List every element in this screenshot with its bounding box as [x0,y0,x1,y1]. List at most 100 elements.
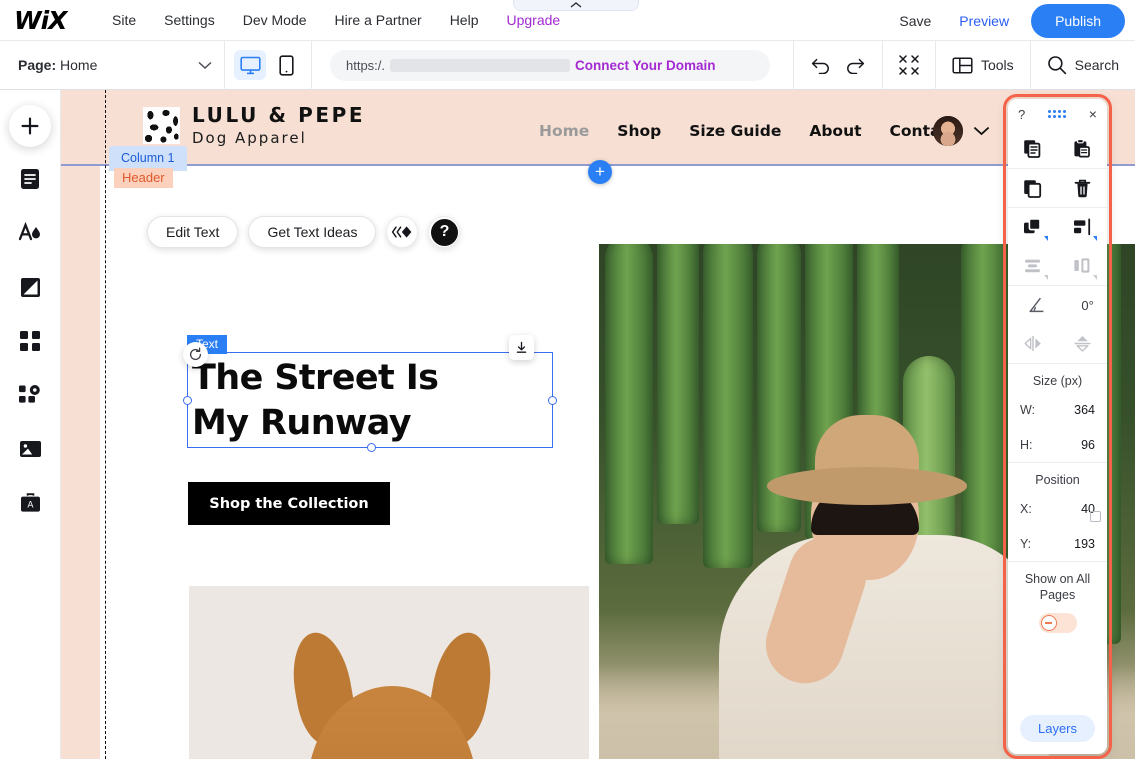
add-elements-icon [20,331,40,351]
business-tools-icon: A [20,493,40,512]
svg-text:A: A [27,500,34,510]
paste-button[interactable] [1065,134,1099,164]
rotation-angle-icon [1021,290,1055,320]
y-position-field[interactable]: Y: 193 [1008,526,1107,561]
menu-item-help[interactable]: Help [436,6,493,34]
top-menu: Site Settings Dev Mode Hire a Partner He… [98,6,574,34]
tools-label: Tools [980,57,1014,73]
sidebar-item-app-market[interactable] [8,373,52,417]
page-selector[interactable]: Page: Home [0,40,225,90]
layers-button[interactable]: Layers [1019,715,1096,742]
resize-handle-bottom[interactable] [367,443,376,452]
width-field[interactable]: W: 364 [1008,392,1107,427]
distribute-vertical-icon [1025,259,1041,272]
sidebar-item-pages[interactable] [8,157,52,201]
preview-button[interactable]: Preview [945,7,1023,35]
plus-icon [21,117,39,135]
resize-handle-left[interactable] [183,396,192,405]
site-nav-shop[interactable]: Shop [617,122,661,140]
site-header-section[interactable]: LULU & PEPE Dog Apparel Home Shop Size G… [61,90,1135,166]
zoom-out-button[interactable] [898,54,920,76]
panel-close-button[interactable]: × [1089,106,1097,122]
site-nav-about[interactable]: About [809,122,861,140]
site-nav-size-guide[interactable]: Size Guide [689,122,781,140]
save-button[interactable]: Save [885,7,945,35]
redo-button[interactable] [845,56,866,74]
undo-button[interactable] [810,56,831,74]
site-url-pill[interactable]: https:/. Connect Your Domain [330,49,770,81]
publish-button[interactable]: Publish [1031,3,1125,38]
desktop-icon [239,56,261,75]
duplicate-icon [1024,179,1042,198]
header-label[interactable]: Header [114,168,173,188]
ai-sparkle-button[interactable] [386,216,419,248]
copy-button[interactable] [1016,134,1050,164]
url-redacted-bar [390,58,571,72]
sidebar-item-add-sections[interactable] [8,319,52,363]
y-label: Y: [1020,536,1032,551]
menu-item-hire-a-partner[interactable]: Hire a Partner [321,6,436,34]
search-button[interactable]: Search [1031,41,1135,90]
resize-handle-right[interactable] [548,396,557,405]
y-value[interactable]: 193 [1074,537,1095,551]
site-navigation: Home Shop Size Guide About Contact [539,122,957,140]
show-on-all-pages-toggle[interactable] [1038,613,1077,634]
sidebar-item-business-tools[interactable]: A [8,481,52,525]
flip-row [1008,324,1107,363]
editor-toolbar: Page: Home https:/. Connect Your Domain … [0,40,1135,90]
add-section-button[interactable]: + [588,160,612,184]
arrange-button[interactable] [1016,212,1050,242]
height-value[interactable]: 96 [1081,438,1095,452]
dog-photo[interactable] [189,586,589,759]
sidebar-item-design[interactable] [8,211,52,255]
sidebar-item-media[interactable] [8,427,52,471]
height-field[interactable]: H: 96 [1008,427,1107,462]
flip-horizontal-button [1016,329,1050,359]
download-text-button[interactable] [509,335,534,360]
sidebar-item-background[interactable] [8,265,52,309]
app-market-icon [19,385,40,403]
edit-text-button[interactable]: Edit Text [147,216,239,248]
get-text-ideas-button[interactable]: Get Text Ideas [248,216,377,248]
delete-button[interactable] [1065,173,1099,203]
site-body-section: The Street Is My Runway Text Shop the Co… [100,166,1135,759]
text-selection-box[interactable]: Text [183,335,557,452]
collapse-tab[interactable] [513,0,639,11]
wix-logo[interactable]: WiX [14,6,70,35]
tools-button[interactable]: Tools [936,40,1031,90]
download-icon [516,341,527,353]
theme-design-icon [18,222,40,241]
width-value[interactable]: 364 [1074,403,1095,417]
avatar [933,116,963,146]
mobile-view-button[interactable] [270,50,302,80]
distribute-vertical-button [1016,251,1050,281]
aspect-lock-icon[interactable] [1090,511,1101,522]
connect-domain-link[interactable]: Connect Your Domain [575,58,716,73]
menu-item-dev-mode[interactable]: Dev Mode [229,6,321,34]
clipboard-row [1008,129,1107,168]
media-icon [19,441,41,457]
shop-collection-button[interactable]: Shop the Collection [188,482,390,525]
arrange-align-row [1008,207,1107,246]
menu-item-site[interactable]: Site [98,6,150,34]
site-nav-home[interactable]: Home [539,122,589,140]
add-elements-button[interactable] [9,105,51,147]
site-logo[interactable]: LULU & PEPE Dog Apparel [143,103,365,147]
panel-drag-handle[interactable] [1048,110,1067,118]
left-sidebar: A [0,90,61,759]
canvas-left-strip [61,90,100,759]
align-button[interactable] [1065,212,1099,242]
question-mark-icon: ? [430,218,458,246]
position-section-title: Position [1008,462,1107,491]
panel-help-button[interactable]: ? [1018,107,1025,122]
flip-vertical-button [1065,329,1099,359]
duplicate-button[interactable] [1016,173,1050,203]
help-button[interactable]: ? [428,216,461,248]
rotation-value[interactable]: 0° [1081,298,1093,313]
account-menu[interactable] [933,116,990,146]
flip-horizontal-icon [1024,336,1041,351]
rotate-handle[interactable] [183,342,208,367]
menu-item-settings[interactable]: Settings [150,6,229,34]
desktop-view-button[interactable] [234,50,266,80]
flip-vertical-icon [1074,336,1091,352]
